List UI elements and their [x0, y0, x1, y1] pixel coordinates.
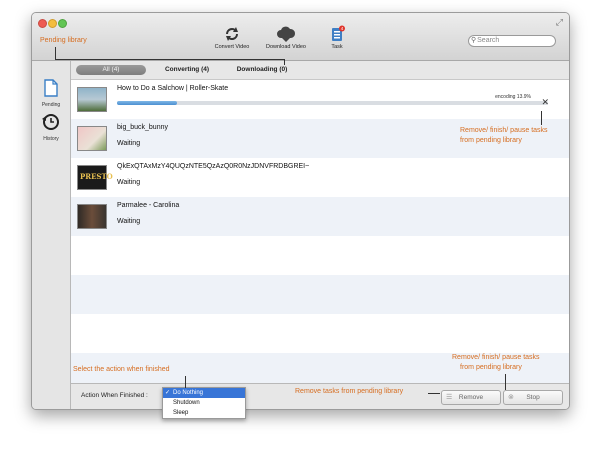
- app-window: ⤢ Convert Video Download Video 4 Task ⚲S…: [31, 12, 570, 410]
- annotation-remove-finish-pause-bottom-2: from pending library: [460, 364, 522, 371]
- empty-row: [71, 314, 569, 353]
- task-status: Waiting: [117, 140, 141, 147]
- progress-bar: [117, 101, 548, 105]
- task-title: QkExQTAxMzY4QUQzNTE5QzAzQ0R0NzJDNVFRDBGR…: [117, 163, 310, 170]
- video-thumbnail: [77, 126, 107, 151]
- remove-button[interactable]: ☰ Remove: [441, 390, 501, 405]
- stop-icon: ⊗: [508, 394, 514, 401]
- remove-button-label: Remove: [458, 394, 484, 401]
- annotation-select-action: Select the action when finished: [73, 366, 170, 373]
- annotation-line: [185, 376, 186, 388]
- empty-row: [71, 275, 569, 314]
- close-window-button[interactable]: [38, 19, 47, 28]
- annotation-remove-finish-pause-bottom: Remove/ finish/ pause tasks: [452, 354, 540, 361]
- task-status: Waiting: [117, 179, 141, 186]
- fullscreen-icon[interactable]: ⤢: [556, 17, 563, 28]
- convert-icon: [226, 27, 238, 41]
- action-when-finished-label: Action When Finished :: [81, 392, 148, 399]
- tab-converting[interactable]: Converting (4): [152, 65, 222, 75]
- task-list-icon: 4: [332, 25, 345, 41]
- task-button[interactable]: 4 Task: [307, 25, 367, 50]
- search-placeholder: Search: [477, 37, 500, 44]
- document-icon: [44, 79, 58, 97]
- task-title: Parmalee - Carolina: [117, 202, 180, 209]
- task-title: How to Do a Salchow | Roller-Skate: [117, 85, 229, 92]
- remove-list-icon: ☰: [446, 394, 453, 401]
- video-thumbnail: [77, 87, 107, 112]
- task-title: big_buck_bunny: [117, 124, 168, 131]
- checkmark-icon: ✓: [165, 390, 171, 396]
- search-input[interactable]: ⚲Search: [468, 35, 556, 47]
- cloud-download-icon: [277, 26, 296, 42]
- video-thumbnail: PRESTO: [77, 165, 113, 190]
- remove-task-icon[interactable]: ✕: [541, 97, 549, 108]
- task-status: Waiting: [117, 218, 141, 225]
- sidebar: Pending History: [32, 61, 71, 409]
- thumbnail-text: PRESTO: [80, 172, 113, 181]
- task-label: Task: [331, 44, 343, 50]
- annotation-line: [55, 47, 56, 59]
- annotation-remove-finish-pause: Remove/ finish/ pause tasks: [460, 127, 548, 134]
- dropdown-option-shutdown[interactable]: Shutdown: [163, 398, 245, 408]
- encoding-progress-text: encoding 13.9%: [495, 94, 531, 100]
- annotation-line: [505, 374, 506, 390]
- annotation-line: [55, 59, 284, 60]
- task-row[interactable]: Parmalee - Carolina Waiting: [71, 197, 569, 236]
- annotation-line: [541, 111, 542, 125]
- empty-row: [71, 236, 569, 275]
- sidebar-pending-label: Pending: [41, 102, 61, 108]
- convert-video-button[interactable]: Convert Video: [202, 25, 262, 50]
- toolbar: ⤢ Convert Video Download Video 4 Task ⚲S…: [32, 13, 569, 61]
- stop-button-label: Stop: [526, 394, 540, 401]
- tab-downloading[interactable]: Downloading (0): [222, 65, 302, 75]
- annotation-remove-finish-pause-2: from pending library: [460, 137, 522, 144]
- option-label: Do Nothing: [173, 390, 204, 396]
- task-row[interactable]: PRESTO QkExQTAxMzY4QUQzNTE5QzAzQ0R0NzJDN…: [71, 158, 569, 197]
- sidebar-history-label: History: [43, 136, 59, 142]
- dropdown-option-do-nothing[interactable]: ✓ Do Nothing: [163, 388, 245, 398]
- video-thumbnail: [77, 204, 107, 229]
- convert-video-label: Convert Video: [214, 44, 250, 50]
- annotation-line: [284, 59, 285, 65]
- annotation-pending-library: Pending library: [40, 37, 87, 44]
- dropdown-option-sleep[interactable]: Sleep: [163, 408, 245, 418]
- action-dropdown-menu: ✓ Do Nothing Shutdown Sleep: [162, 387, 246, 419]
- annotation-line: [428, 393, 440, 394]
- task-row[interactable]: How to Do a Salchow | Roller-Skate encod…: [71, 80, 569, 119]
- minimize-window-button[interactable]: [48, 19, 57, 28]
- annotation-remove-tasks: Remove tasks from pending library: [295, 388, 404, 395]
- sidebar-item-pending[interactable]: Pending: [32, 79, 70, 108]
- tab-all[interactable]: All (4): [76, 65, 146, 75]
- history-clock-icon: [42, 114, 59, 130]
- task-list: How to Do a Salchow | Roller-Skate encod…: [71, 80, 569, 392]
- sidebar-item-history[interactable]: History: [32, 113, 70, 142]
- progress-bar-fill: [117, 101, 177, 105]
- zoom-window-button[interactable]: [58, 19, 67, 28]
- stop-button[interactable]: ⊗ Stop: [503, 390, 563, 405]
- tab-bar: All (4) Converting (4) Downloading (0): [32, 61, 569, 80]
- search-icon: ⚲: [471, 37, 477, 44]
